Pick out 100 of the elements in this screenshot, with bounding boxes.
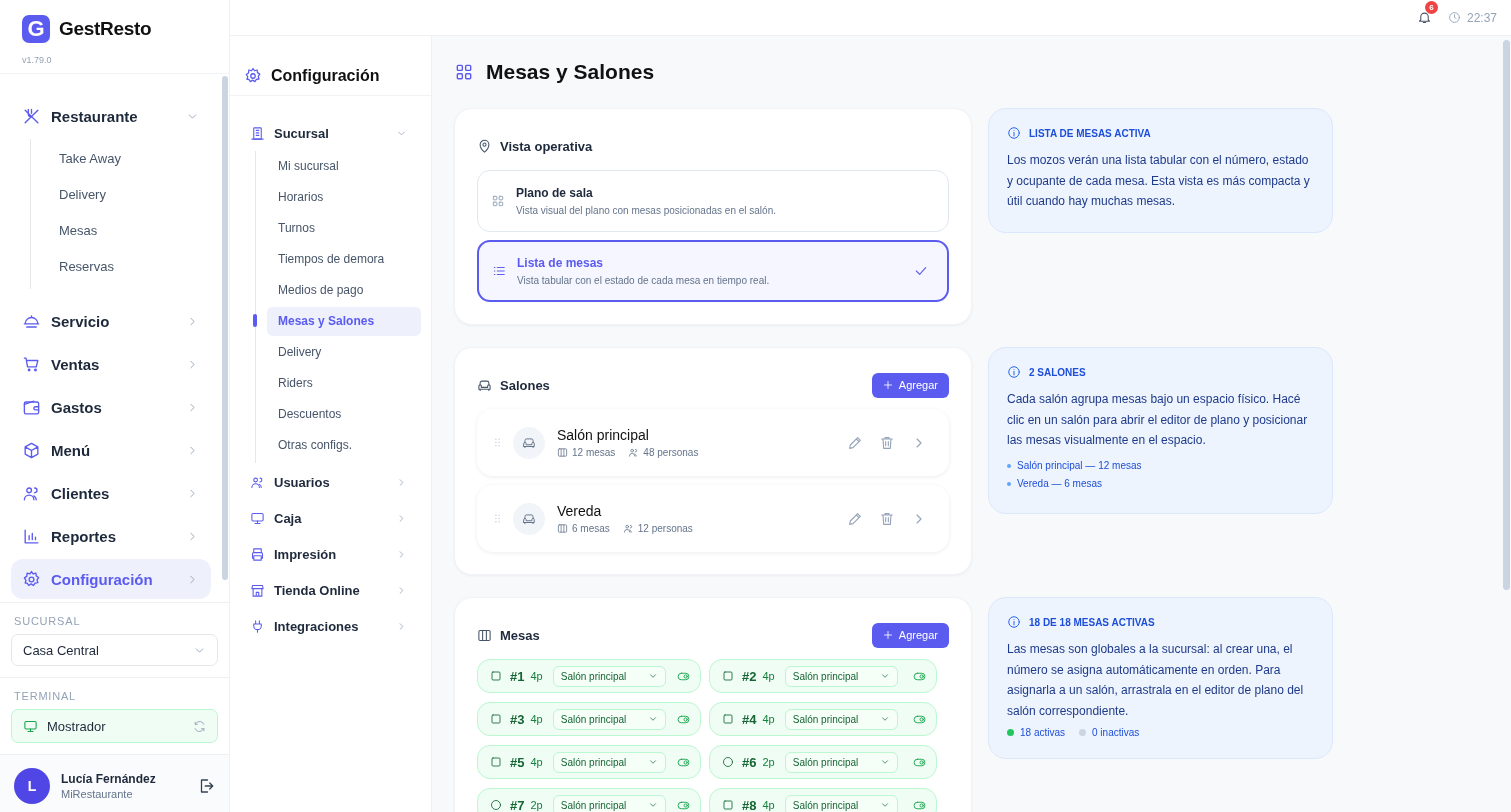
scrollbar[interactable] [222, 76, 228, 580]
settings-item[interactable]: Turnos [267, 214, 421, 243]
room-name: Salón principal [557, 427, 650, 443]
room-capacity: 48 personas [643, 447, 699, 458]
info-icon [1007, 615, 1021, 629]
info-icon [1007, 126, 1021, 140]
square-icon [722, 670, 734, 682]
settings-group[interactable]: Sucursal [250, 115, 419, 151]
chevron-down-icon [647, 671, 658, 681]
sidebar-subitem[interactable]: Reservas [47, 248, 217, 284]
settings-group[interactable]: Caja [250, 500, 419, 536]
add-button[interactable]: Agregar [871, 372, 949, 398]
version-label: v1.79.0 [22, 55, 53, 65]
room-dropdown[interactable]: Salón principal [784, 665, 898, 687]
terminal-select[interactable]: Mostrador [11, 709, 218, 743]
circle-icon [490, 799, 502, 811]
square-icon [722, 713, 734, 725]
sidebar-item[interactable]: Gastos [11, 387, 211, 427]
cart-icon [22, 354, 41, 374]
room-dropdown[interactable]: Salón principal [552, 708, 666, 730]
sidebar-item[interactable]: Reportes [11, 516, 211, 556]
user-name: Lucía Fernández [61, 772, 157, 786]
room-dropdown[interactable]: Salón principal [552, 794, 666, 812]
list-icon [492, 264, 506, 278]
scrollbar[interactable] [1503, 40, 1510, 590]
store-icon [250, 582, 265, 598]
users-icon [628, 447, 640, 458]
settings-group[interactable]: Tienda Online [250, 572, 419, 608]
view-option[interactable]: Plano de sala Vista visual del plano con mesas posicionadas en el salón. [477, 170, 949, 232]
chevron-down-icon [647, 714, 658, 724]
room-row[interactable]: Vereda 6 mesas 12 personas [477, 485, 949, 552]
square-icon [722, 799, 734, 811]
room-row[interactable]: Salón principal 12 mesas 48 personas [477, 409, 949, 476]
info-title: LISTA DE MESAS ACTIVA [1029, 127, 1151, 139]
settings-item[interactable]: Horarios [267, 183, 421, 212]
chevron-down-icon [879, 671, 890, 681]
table-capacity: 4p [530, 670, 543, 682]
info-text: Cada salón agrupa mesas bajo un espacio físico. Hacé clic en un salón para abrir el editor de plano y posicionar las mesas visualmente en el espacio. [1007, 391, 1309, 449]
settings-item[interactable]: Medios de pago [267, 276, 421, 305]
sidebar-item[interactable]: Configuración [11, 559, 211, 599]
view-option[interactable]: Lista de mesas Vista tabular con el estado de cada mesa en tiempo real. [477, 240, 949, 302]
map-pin-icon [477, 138, 492, 154]
room-dropdown[interactable]: Salón principal [784, 794, 898, 812]
users-icon [250, 474, 265, 490]
settings-group[interactable]: Integraciones [250, 608, 419, 644]
columns-icon [557, 447, 568, 458]
settings-group[interactable]: Impresión [250, 536, 419, 572]
table-number: #4 [742, 711, 757, 727]
settings-icon [22, 569, 41, 589]
info-text: Las mesas son globales a la sucursal: al crear una, el número se asigna automáticamente en orden. Para asignarla a un salón, arrastrala en el editor de plano del salón correspondiente. [1007, 641, 1305, 720]
grid-icon [491, 194, 505, 208]
info-title: 2 SALONES [1029, 366, 1086, 378]
monitor-icon [23, 718, 38, 734]
card-title: Vista operativa [500, 138, 594, 154]
table-capacity: 4p [530, 756, 543, 768]
sidebar-subitem[interactable]: Mesas [47, 212, 217, 248]
settings-item[interactable]: Riders [267, 369, 421, 398]
info-text: Los mozos verán una lista tabular con el número, estado y ocupante de cada mesa. Esta vista es más compacta y útil cuando hay muchas mesas. [1007, 152, 1311, 210]
room-dropdown[interactable]: Salón principal [784, 708, 898, 730]
logo-mark: G [22, 15, 50, 43]
users-icon [622, 523, 634, 534]
settings-item[interactable]: Mesas y Salones [267, 307, 421, 336]
circle-icon [722, 756, 734, 768]
section-title: Configuración [271, 66, 380, 85]
card-title: Mesas [500, 627, 541, 643]
settings-item[interactable]: Otras configs. [267, 431, 421, 460]
sidebar-item[interactable]: Ventas [11, 344, 211, 384]
armchair-icon [477, 377, 492, 393]
sidebar-item[interactable]: Servicio [11, 301, 211, 341]
room-dropdown[interactable]: Salón principal [552, 751, 666, 773]
branch-select[interactable]: Casa Central [11, 634, 218, 666]
sidebar-item[interactable]: Restaurante [11, 96, 211, 136]
settings-group[interactable]: Usuarios [250, 464, 419, 500]
active-indicator [253, 314, 257, 327]
pencil-icon [847, 510, 863, 527]
sidebar-item[interactable]: Menú [11, 430, 211, 470]
info-title: 18 DE 18 MESAS ACTIVAS [1029, 616, 1155, 628]
pencil-icon [847, 434, 863, 451]
page-title: Mesas y Salones [486, 60, 655, 84]
square-icon [490, 713, 502, 725]
notifications-icon[interactable] [1416, 10, 1432, 25]
settings-item[interactable]: Descuentos [267, 400, 421, 429]
sidebar-subitem[interactable]: Take Away [47, 140, 217, 176]
add-button[interactable]: Agregar [871, 622, 949, 648]
trash-icon [879, 434, 895, 451]
settings-item[interactable]: Mi sucursal [267, 152, 421, 181]
trash-icon [879, 510, 895, 527]
sidebar-item[interactable]: Clientes [11, 473, 211, 513]
grid-icon [454, 62, 474, 82]
sidebar-subitem[interactable]: Delivery [47, 176, 217, 212]
clock-time: 22:37 [1466, 10, 1497, 25]
table-capacity: 2p [530, 799, 543, 811]
columns-icon [557, 523, 568, 534]
room-name: Vereda [557, 503, 603, 519]
legend-label: 18 activas [1020, 727, 1066, 738]
monitor-icon [250, 510, 265, 526]
settings-item[interactable]: Tiempos de demora [267, 245, 421, 274]
room-dropdown[interactable]: Salón principal [552, 665, 666, 687]
room-dropdown[interactable]: Salón principal [784, 751, 898, 773]
settings-item[interactable]: Delivery [267, 338, 421, 367]
